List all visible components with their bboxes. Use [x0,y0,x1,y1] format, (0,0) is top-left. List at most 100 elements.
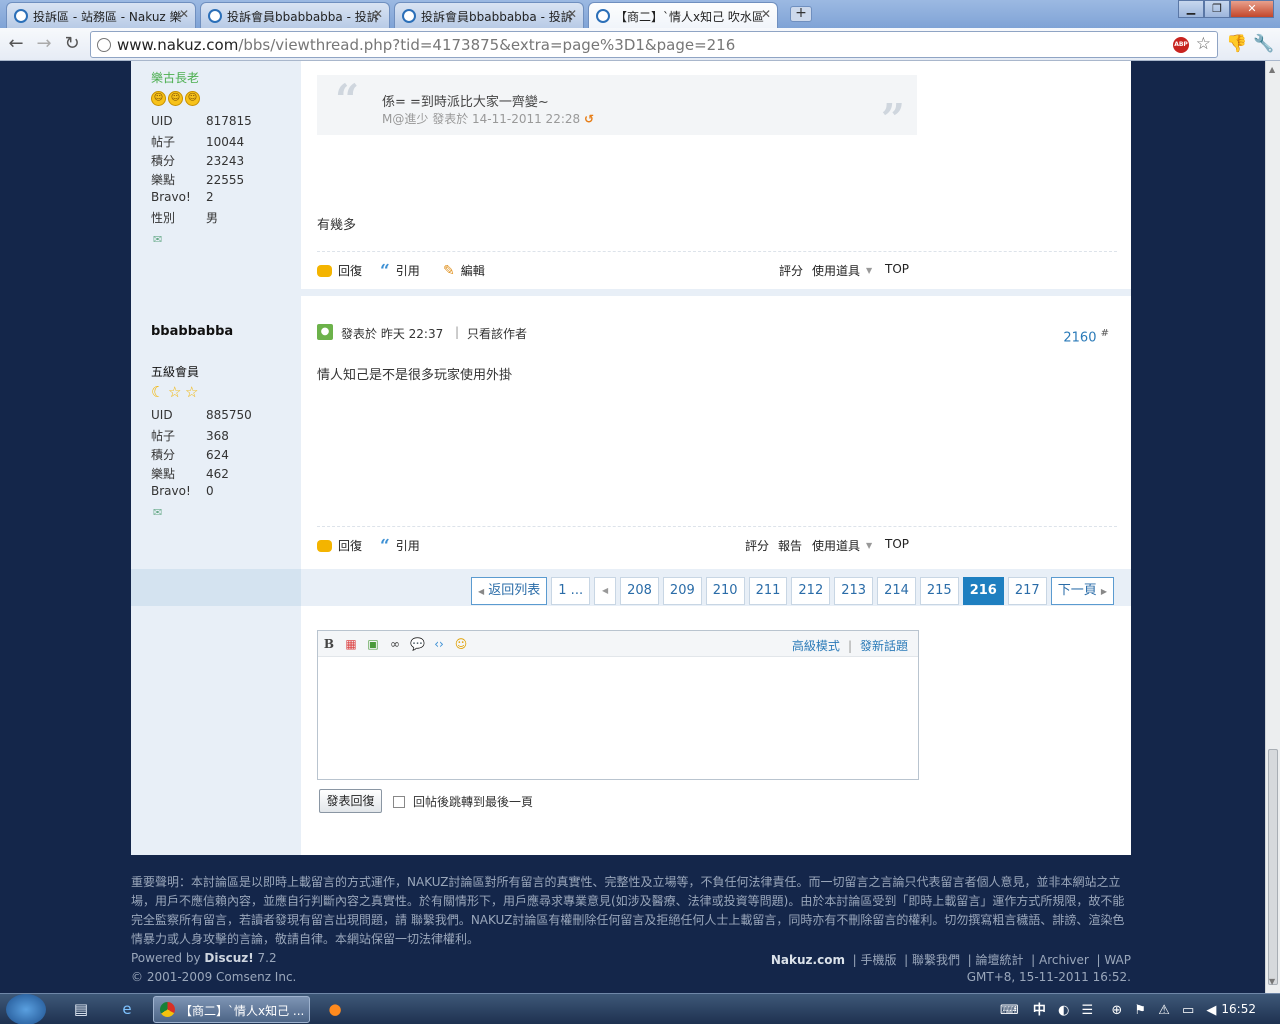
reply-button[interactable]: 回復 [317,537,362,554]
reload-icon[interactable]: ↻ [61,34,83,56]
ime-mode-icon[interactable]: ◐ [1058,1003,1069,1018]
jump-to-post-icon[interactable]: ↺ [584,112,594,126]
reply-button[interactable]: 回復 [317,262,362,279]
disclaimer-text: 重要聲明：本討論區是以即時上載留言的方式運作，NAKUZ討論區對所有留言的真實性… [131,875,1125,946]
flag-tray-icon[interactable]: ⚑ [1134,1003,1146,1018]
scroll-up-icon[interactable]: ▲ [1269,65,1275,74]
divider [317,251,1117,252]
ime-chinese[interactable]: 中 [1033,1003,1046,1018]
network-tray-icon[interactable]: ⊕ [1111,1003,1122,1018]
maximize-button[interactable]: ❐ [1204,0,1230,18]
tools-dropdown[interactable]: 使用道具 ▼ [812,537,872,554]
page-215[interactable]: 215 [919,577,959,605]
thumbs-down-extension-icon[interactable]: 👎 [1226,34,1247,54]
top-link[interactable]: TOP [885,537,909,551]
tab-3[interactable]: 投訴會員bbabbabba - 投訴 ✕ [394,2,584,28]
close-icon[interactable]: ✕ [761,7,771,21]
tools-dropdown[interactable]: 使用道具 ▼ [812,262,872,279]
close-icon[interactable]: ✕ [179,7,189,21]
submit-reply-button[interactable]: 發表回復 [319,789,382,813]
close-window-button[interactable]: ✕ [1230,0,1274,18]
ime-icon[interactable]: ⌨ [1000,1003,1019,1018]
minimize-button[interactable]: ▁ [1178,0,1204,18]
page-212[interactable]: 212 [791,577,831,605]
username-link[interactable]: bbabbabba [151,324,233,339]
windows-taskbar: ▤ e 【商二】`情人x知己 ... ● ⌨ 中 ◐ ☰ ⊕ ⚑ ⚠ ▭ ◀ 1… [0,993,1280,1024]
advanced-mode-link[interactable]: 高級模式 [792,639,840,653]
monitor-tray-icon[interactable]: ▭ [1182,1003,1194,1018]
wrench-menu-icon[interactable]: 🔧 [1253,34,1274,54]
floor-number[interactable]: 2160 # [1063,328,1109,345]
start-button[interactable] [6,994,46,1024]
top-link[interactable]: TOP [885,262,909,276]
close-icon[interactable]: ✕ [567,7,577,21]
post2-actions: 回復 “引用 評分 報告 使用道具 ▼ TOP [317,537,1117,557]
new-topic-link[interactable]: 發新話題 [860,639,908,653]
send-message-icon[interactable]: ✉ [153,233,162,246]
mobile-link[interactable]: 手機版 [860,953,896,967]
code-icon[interactable]: ‹› [432,637,446,651]
close-icon[interactable]: ✕ [373,7,383,21]
browser-toolbar: ← → ↻ www.nakuz.com/bbs/viewthread.php?t… [0,28,1280,61]
color-icon[interactable]: ▦ [344,637,358,651]
rate-button[interactable]: 評分 [779,262,803,279]
quote-text: 係= =到時派比大家一齊變~ [382,95,549,110]
page-209[interactable]: 209 [662,577,702,605]
url-text[interactable]: www.nakuz.com/bbs/viewthread.php?tid=417… [117,36,735,54]
link-icon[interactable]: ∞ [388,637,402,651]
forward-arrow-icon[interactable]: → [33,34,55,56]
stats-link[interactable]: 論壇統計 [975,953,1023,967]
archiver-link[interactable]: Archiver [1039,953,1089,967]
report-button[interactable]: 報告 [778,537,802,554]
wap-link[interactable]: WAP [1104,953,1131,967]
bookmark-star-icon[interactable]: ☆ [1196,34,1211,54]
quote-button[interactable]: “引用 [380,537,420,554]
smiley-icon[interactable]: ☺ [454,637,468,651]
quote-button[interactable]: “引用 [380,262,420,279]
show-desktop-icon[interactable]: ▤ [70,999,92,1019]
site-link[interactable]: Nakuz.com [771,953,845,967]
volume-icon[interactable]: ◀ [1206,1003,1216,1018]
page-214[interactable]: 214 [877,577,916,605]
firefox-icon[interactable]: ● [324,999,346,1019]
scrollbar-thumb[interactable] [1268,749,1278,985]
page-211[interactable]: 211 [748,577,788,605]
prev-page-icon[interactable]: ◀ [594,577,617,605]
image-icon[interactable]: ▣ [366,637,380,651]
next-page-button[interactable]: 下一頁 ▶ [1050,577,1114,605]
stat-bravo: Bravo! 0 [151,484,214,498]
back-to-list-button[interactable]: ◀ 返回列表 [470,577,548,605]
jump-last-page-checkbox[interactable] [393,796,405,808]
taskbar-chrome-window[interactable]: 【商二】`情人x知己 ... [153,996,310,1023]
rate-button[interactable]: 評分 [745,537,769,554]
tab-2[interactable]: 投訴會員bbabbabba - 投訴 ✕ [200,2,390,28]
page-210[interactable]: 210 [705,577,745,605]
tab-1[interactable]: 投訴區 - 站務區 - Nakuz 樂 ✕ [6,2,196,28]
contact-link[interactable]: 聯繫我們 [912,953,960,967]
new-tab-button[interactable]: + [790,6,812,22]
address-bar[interactable]: www.nakuz.com/bbs/viewthread.php?tid=417… [90,31,1218,58]
taskbar-clock[interactable]: 16:52 [1221,1002,1256,1016]
tab-4-active[interactable]: 【商二】`情人x知己 吹水區 ✕ [588,2,778,29]
send-message-icon[interactable]: ✉ [153,506,162,519]
stat-fun-points: 樂點 462 [151,467,229,481]
quote-bubble-icon[interactable]: 💬 [410,637,425,651]
ime-tools-icon[interactable]: ☰ [1082,1003,1094,1018]
scroll-down-icon[interactable]: ▼ [1269,977,1275,986]
reply-textarea[interactable] [318,657,918,779]
page-first[interactable]: 1 ... [551,577,591,605]
page-217[interactable]: 217 [1007,577,1047,605]
reply-bubble-icon [317,539,332,552]
back-arrow-icon[interactable]: ← [5,34,27,56]
page-208[interactable]: 208 [620,577,659,605]
discuz-link[interactable]: Discuz! [204,951,253,965]
edit-button[interactable]: ✎ 編輯 [443,262,485,279]
vertical-scrollbar[interactable]: ▲ ▼ [1265,61,1280,993]
security-tray-icon[interactable]: ⚠ [1158,1003,1170,1018]
page-213[interactable]: 213 [834,577,874,605]
bold-icon[interactable]: B [322,637,336,651]
ie-icon[interactable]: e [116,999,138,1019]
only-author-link[interactable]: 只看該作者 [467,325,527,342]
user-title: 五級會員 [151,365,200,379]
adblock-icon[interactable]: ABP [1173,37,1189,53]
